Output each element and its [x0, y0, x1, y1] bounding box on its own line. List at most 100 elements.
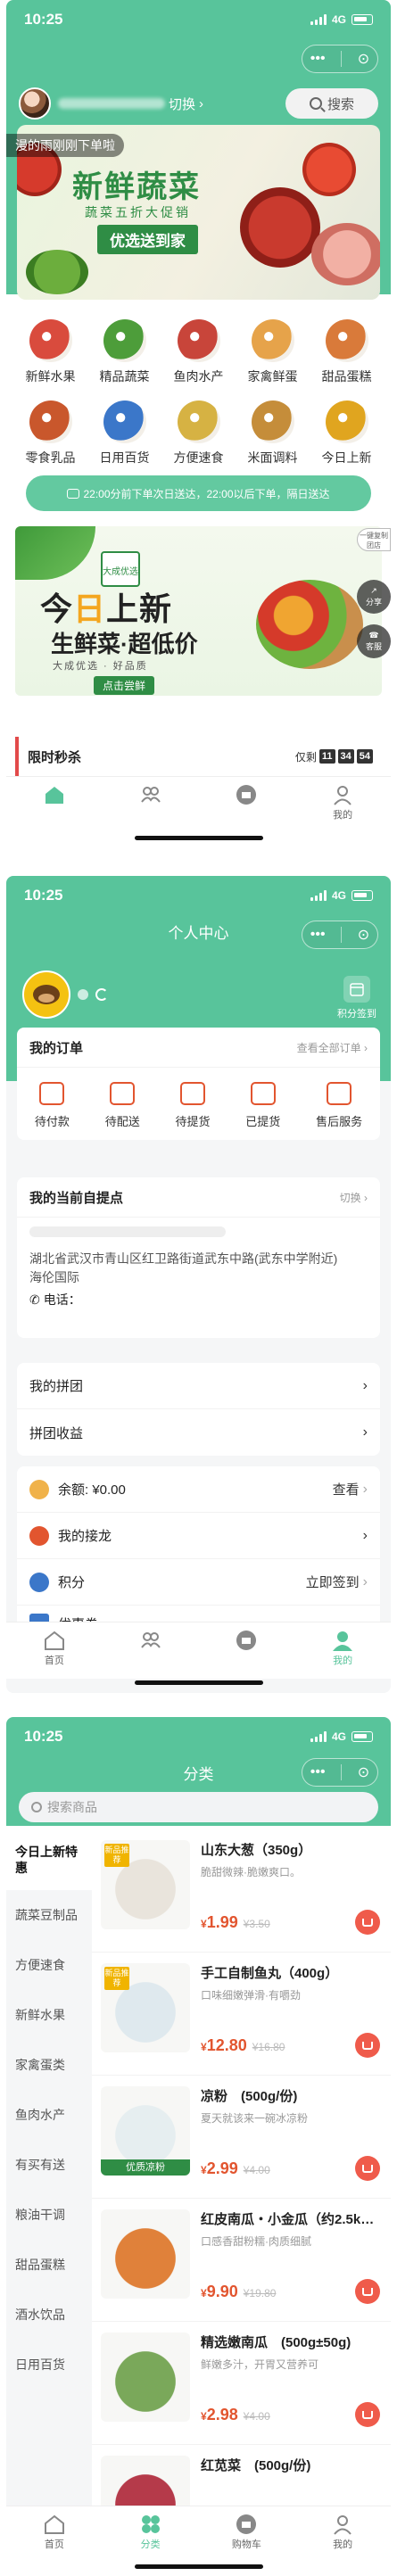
points-row[interactable]: 积分 立即签到 › [17, 1559, 380, 1606]
tab-home[interactable] [6, 777, 103, 833]
category-item[interactable]: 日用百货 [87, 393, 161, 475]
delivery-icon [110, 1082, 136, 1105]
sidebar-item[interactable]: 家禽蛋类 [6, 2040, 92, 2090]
flash-sale-header[interactable]: 限时秒杀 仅剩 11 34 54 [15, 737, 382, 776]
tab-cart[interactable] [199, 1622, 295, 1679]
balance-row[interactable]: 余额: ¥0.00 查看 › [17, 1466, 380, 1513]
tab-mine[interactable]: 我的 [294, 2506, 391, 2563]
tomato-image [302, 143, 356, 196]
user-info[interactable] [22, 970, 108, 1019]
add-to-cart-button[interactable] [355, 2279, 380, 2304]
miniprogram-capsule[interactable]: ••• ⊙ [302, 45, 378, 73]
product-desc: 夏天就该来一碗冰凉粉 [201, 2112, 309, 2125]
order-status-4[interactable]: 售后服务 [316, 1073, 362, 1129]
category-item[interactable]: 甜品蛋糕 [310, 312, 384, 393]
product-card[interactable]: 精选嫩南瓜 (500g±50g) 鲜嫩多汁，开胃又营养可 ¥2.98 ¥4.00 [92, 2322, 391, 2445]
sidebar-item[interactable]: 鱼肉水产 [6, 2090, 92, 2140]
group-earnings-row[interactable]: 拼团收益 › [17, 1409, 380, 1456]
search-button[interactable]: 搜索 [285, 88, 378, 119]
order-status-2[interactable]: 待提货 [175, 1073, 211, 1129]
chevron-right-icon: › [362, 1377, 368, 1393]
add-to-cart-button[interactable] [355, 1910, 380, 1935]
tab-home[interactable]: 首页 [6, 1622, 103, 1679]
more-icon[interactable]: ••• [310, 51, 326, 67]
service-button[interactable]: ☎ 客服 [357, 624, 391, 658]
product-search-input[interactable]: 搜索商品 [19, 1792, 378, 1822]
add-to-cart-button[interactable] [355, 2402, 380, 2427]
category-item[interactable]: 零食乳品 [13, 393, 87, 475]
product-card[interactable]: 红皮南瓜・小金瓜（约2.5kg） 口感香甜粉糯·肉质细腻 ¥9.90 ¥19.80 [92, 2199, 391, 2322]
category-label: 米面调料 [247, 450, 298, 465]
product-image [101, 2332, 190, 2422]
message-icon [67, 488, 80, 499]
share-button[interactable]: ↗ 分享 [357, 580, 391, 614]
sidebar-item[interactable]: 新鲜水果 [6, 1990, 92, 2040]
sidebar-item[interactable]: 方便速食 [6, 1940, 92, 1990]
bear-avatar[interactable] [22, 970, 70, 1019]
tab-cart[interactable]: 购物车 [199, 2506, 295, 2563]
pickup-switch[interactable]: 切换 › [340, 1190, 368, 1205]
add-to-cart-button[interactable] [355, 2033, 380, 2058]
user-icon [334, 786, 352, 805]
sidebar-item[interactable]: 甜品蛋糕 [6, 2240, 92, 2290]
add-to-cart-button[interactable] [355, 2156, 380, 2181]
close-icon[interactable]: ⊙ [358, 1763, 369, 1781]
tab-group[interactable] [103, 777, 199, 833]
relay-row[interactable]: 我的接龙 › [17, 1513, 380, 1559]
sidebar-item[interactable]: 今日上新特惠 [6, 1829, 92, 1890]
category-item[interactable]: 新鲜水果 [13, 312, 87, 393]
sidebar-item[interactable]: 日用百货 [6, 2340, 92, 2390]
home-icon [44, 1631, 64, 1650]
orders-header[interactable]: 我的订单 查看全部订单 › [17, 1028, 380, 1067]
view-all-orders-link[interactable]: 查看全部订单 › [297, 1040, 368, 1055]
sidebar-item[interactable]: 粮油干调 [6, 2190, 92, 2240]
miniprogram-capsule[interactable]: ••• ⊙ [302, 921, 378, 949]
close-icon[interactable]: ⊙ [358, 926, 369, 944]
promo-banner[interactable]: 大成优选 今日上新 生鲜菜·超低价 大成优选 · 好品质 点击尝鲜 [15, 526, 382, 696]
more-icon[interactable]: ••• [310, 927, 326, 943]
tab-mine[interactable]: 我的 [294, 1622, 391, 1679]
tab-home[interactable]: 首页 [6, 2506, 103, 2563]
pickup-phone[interactable]: ✆ 电话： [29, 1291, 368, 1309]
share-label: 分享 [365, 598, 382, 607]
miniprogram-capsule[interactable]: ••• ⊙ [302, 1758, 378, 1787]
tab-group[interactable] [103, 1622, 199, 1679]
category-item[interactable]: 家禽鲜蛋 [236, 312, 310, 393]
points-signin-button[interactable]: 积分签到 [337, 976, 376, 1020]
balance-view[interactable]: 查看 › [333, 1480, 368, 1499]
product-card[interactable]: 新品推荐 山东大葱（350g） 脆甜微辣·脆嫩爽口。 ¥1.99 ¥3.50 [92, 1829, 391, 1953]
category-item[interactable]: 方便速食 [161, 393, 236, 475]
order-status-0[interactable]: 待付款 [35, 1073, 70, 1129]
sidebar-item[interactable]: 有买有送 [6, 2140, 92, 2190]
copy-link-tag[interactable]: 一键复制 团店 [357, 528, 391, 551]
banner-cta[interactable]: 优选送到家 [97, 225, 198, 254]
product-card[interactable]: 优质凉粉 凉粉 (500g/份) 夏天就该来一碗冰凉粉 ¥2.99 ¥4.00 [92, 2076, 391, 2199]
product-card[interactable]: 新品推荐 手工自制鱼丸（400g） 口味细嫩弹滑·有嚼劲 ¥12.80 ¥16.80 [92, 1953, 391, 2076]
store-name-blurred [58, 98, 165, 109]
promo-cta[interactable]: 点击尝鲜 [94, 676, 155, 695]
my-group-row[interactable]: 我的拼团 › [17, 1363, 380, 1409]
close-icon[interactable]: ⊙ [358, 50, 369, 68]
category-item[interactable]: 鱼肉水产 [161, 312, 236, 393]
banner-title: 新鲜蔬菜 [72, 170, 201, 204]
refresh-icon[interactable] [95, 988, 108, 1001]
pickup-header[interactable]: 我的当前自提点 切换 › [17, 1177, 380, 1217]
tab-mine[interactable]: 我的 [294, 777, 391, 833]
points-signin-link[interactable]: 立即签到 › [306, 1573, 368, 1591]
category-item[interactable]: 精品蔬菜 [87, 312, 161, 393]
store-avatar[interactable] [19, 87, 51, 120]
order-status-1[interactable]: 待配送 [105, 1073, 140, 1129]
product-name: 精选嫩南瓜 (500g±50g) [201, 2335, 352, 2350]
service-label: 客服 [365, 642, 382, 651]
store-switcher[interactable]: 切换 › [58, 95, 203, 113]
category-item[interactable]: 米面调料 [236, 393, 310, 475]
category-item[interactable]: 今日上新 [310, 393, 384, 475]
capsule-divider [341, 1764, 343, 1780]
order-status-3[interactable]: 已提货 [245, 1073, 280, 1129]
more-icon[interactable]: ••• [310, 1764, 326, 1780]
cart-icon [362, 2287, 373, 2296]
tab-category[interactable]: 分类 [103, 2506, 199, 2563]
sidebar-item[interactable]: 蔬菜豆制品 [6, 1890, 92, 1940]
tab-cart[interactable] [199, 777, 295, 833]
sidebar-item[interactable]: 酒水饮品 [6, 2290, 92, 2340]
